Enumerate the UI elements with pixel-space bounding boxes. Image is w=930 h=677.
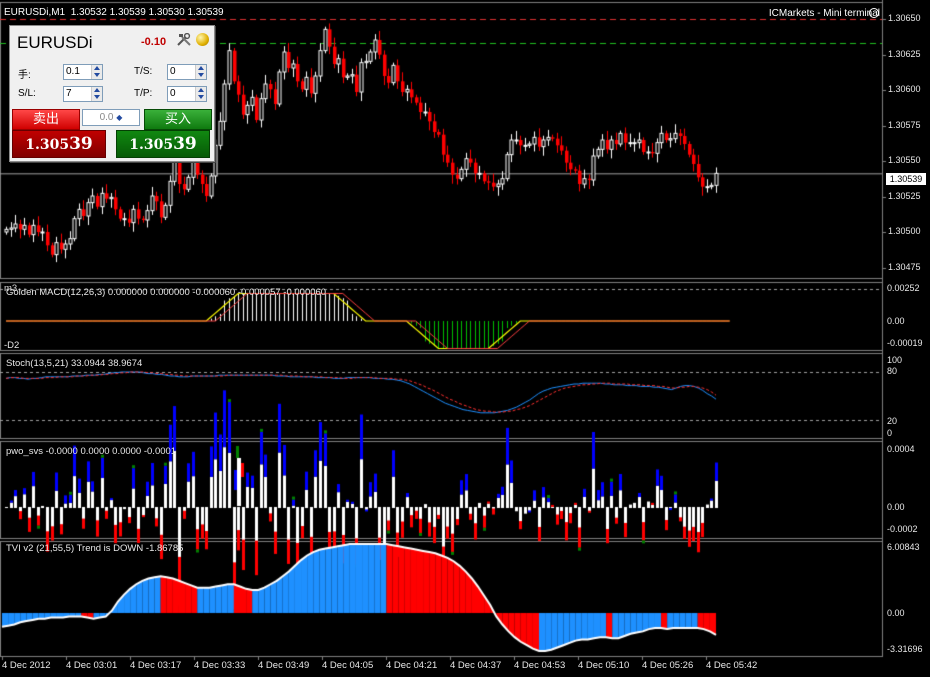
ts-spinner-icon[interactable] [195, 65, 206, 79]
tp-input[interactable]: 0 [167, 86, 207, 102]
coin-icon[interactable] [196, 33, 209, 46]
price-axis-label: 1.30475 [888, 261, 921, 272]
close-terminal-icon[interactable] [869, 8, 879, 18]
sl-input[interactable]: 7 [63, 86, 103, 102]
tools-icon[interactable] [176, 32, 192, 46]
macd-axis-top: 0.00252 [887, 283, 920, 293]
pwo-axis-top: 0.0004 [887, 444, 915, 454]
price-axis-label: 1.30650 [888, 13, 921, 23]
time-axis-label: 4 Dec 2012 [2, 660, 51, 671]
pwo-title: pwo_svs -0.0000 0.0000 0.0000 -0.0001 [6, 446, 177, 457]
spread-spinner-icon[interactable]: ◆ [116, 113, 122, 122]
buy-button[interactable]: 买入 [144, 109, 212, 130]
macd-axis-bottom: -0.00019 [887, 338, 923, 348]
mini-terminal-panel[interactable]: EURUSDi -0.10 手: 0.1 T/S: 0 S/L: 7 T/P: … [9, 25, 215, 162]
tvi-axis-bottom: -3.31696 [887, 644, 923, 654]
price-axis-label: 1.30550 [888, 155, 921, 165]
ts-input[interactable]: 0 [167, 64, 207, 80]
macd-title: Golden MACD(12,26,3) 0.000000 0.000000 -… [6, 287, 327, 298]
time-axis-label: 4 Dec 04:21 [386, 660, 438, 671]
lots-value: 0.1 [66, 66, 80, 77]
mini-terminal-pnl: -0.10 [141, 36, 167, 48]
lots-spinner-icon[interactable] [91, 65, 102, 79]
sell-price-main: 1.305 [25, 137, 70, 153]
sell-button[interactable]: 卖出 [12, 109, 80, 130]
time-axis-label: 4 Dec 03:33 [194, 660, 246, 671]
ohlc-readout: 1.30532 1.30539 1.30530 1.30539 [70, 7, 224, 18]
lots-input[interactable]: 0.1 [63, 64, 103, 80]
time-axis-label: 4 Dec 05:26 [642, 660, 694, 671]
broker-label: ICMarkets - Mini terminal [768, 8, 880, 19]
stoch-axis-20: 20 [887, 416, 898, 426]
sl-label: S/L: [18, 88, 36, 99]
time-axis-label: 4 Dec 04:05 [322, 660, 374, 671]
tp-spinner-icon[interactable] [195, 87, 206, 101]
time-axis-label: 4 Dec 04:37 [450, 660, 502, 671]
price-axis-label: 1.30600 [888, 84, 921, 94]
sell-price-button[interactable]: 1.30539 [12, 130, 106, 158]
tvi-axis-zero: 0.00 [887, 608, 905, 618]
ts-value: 0 [170, 66, 176, 77]
mini-terminal-symbol: EURUSDi [17, 33, 93, 52]
symbol-timeframe: EURUSDi,M1 [4, 7, 66, 18]
buy-price-big: 39 [173, 134, 197, 154]
current-price-tag: 1.30539 [886, 173, 926, 185]
spread-input[interactable]: 0.0 ◆ [82, 109, 140, 126]
time-axis-label: 4 Dec 03:01 [66, 660, 118, 671]
pwo-axis-zero: 0.00 [887, 502, 905, 512]
price-axis-label: 1.30625 [888, 48, 921, 59]
stoch-axis-80: 80 [887, 366, 898, 376]
tp-value: 0 [170, 88, 176, 99]
ts-label: T/S: [134, 66, 153, 77]
spread-value: 0.0 [99, 112, 114, 123]
macd-axis-zero: 0.00 [887, 316, 905, 326]
price-axis-label: 1.30525 [888, 190, 921, 201]
sl-value: 7 [66, 88, 72, 99]
time-axis-label: 4 Dec 03:17 [130, 660, 182, 671]
stoch-axis-100: 100 [887, 355, 903, 365]
time-axis-label: 4 Dec 05:42 [706, 660, 758, 671]
time-axis-label: 4 Dec 04:53 [514, 660, 566, 671]
tvi-axis-top: 6.00843 [887, 542, 920, 552]
price-axis-label: 1.30575 [888, 119, 921, 130]
macd-sublabel: -D2 [4, 340, 20, 351]
time-axis-label: 4 Dec 05:10 [578, 660, 630, 671]
tvi-title: TVI v2 (21,55,5) Trend is DOWN -1.86785 [6, 543, 184, 554]
stoch-title: Stoch(13,5,21) 33.0944 38.9674 [6, 358, 143, 369]
tp-label: T/P: [134, 88, 153, 99]
time-axis-label: 4 Dec 03:49 [258, 660, 310, 671]
lots-label: 手: [18, 70, 31, 81]
pwo-axis-bottom: -0.0002 [887, 524, 918, 534]
chart-symbol-header: EURUSDi,M1 1.30532 1.30539 1.30530 1.305… [4, 7, 224, 18]
sell-price-big: 39 [69, 134, 93, 154]
buy-price-main: 1.305 [129, 137, 174, 153]
sl-spinner-icon[interactable] [91, 87, 102, 101]
price-axis-label: 1.30500 [888, 226, 921, 236]
buy-price-button[interactable]: 1.30539 [116, 130, 210, 158]
stoch-axis-0: 0 [887, 428, 893, 438]
